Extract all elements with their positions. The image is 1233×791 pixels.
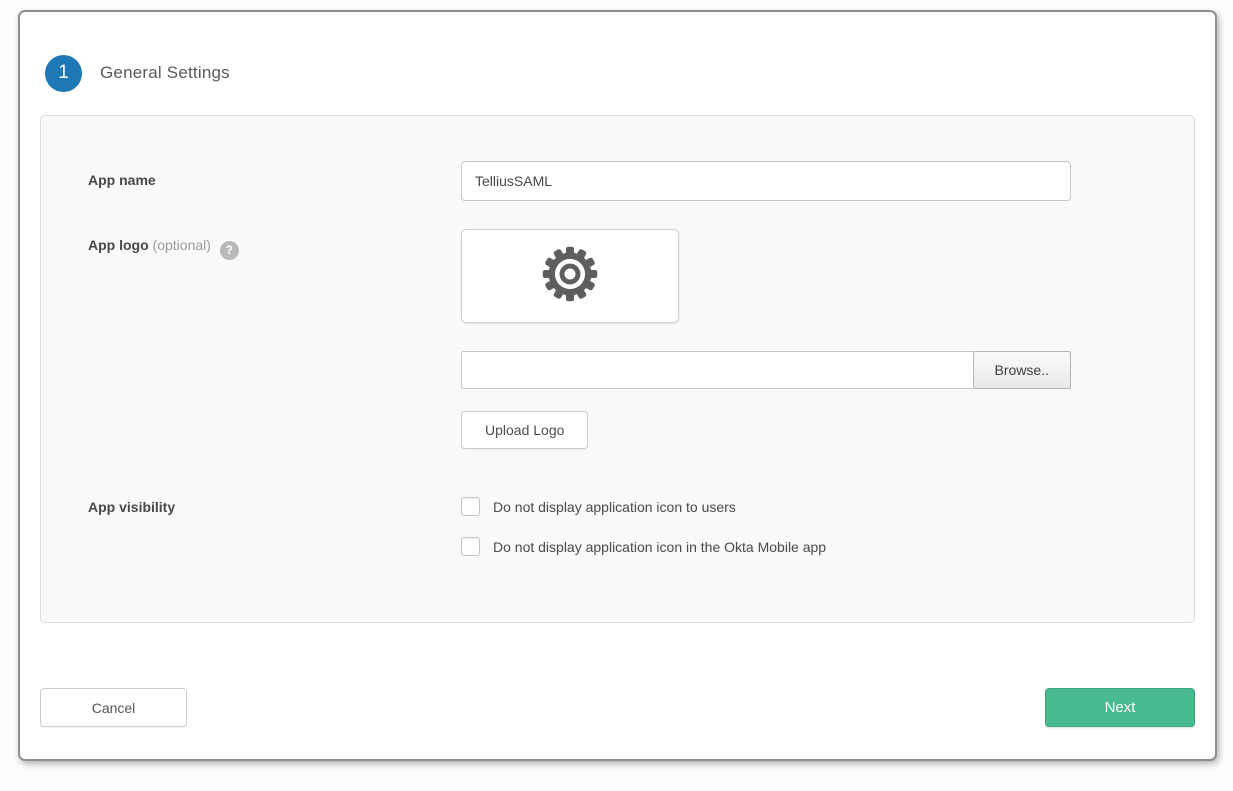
app-logo-optional-hint: (optional) <box>153 237 211 253</box>
general-settings-panel: App name App logo (optional) ? <box>40 115 1195 623</box>
gear-icon <box>541 245 599 308</box>
visibility-option-mobile: Do not display application icon in the O… <box>461 537 1149 556</box>
help-icon[interactable]: ? <box>220 241 239 260</box>
checkbox-label: Do not display application icon in the O… <box>493 539 826 555</box>
app-logo-label: App logo <box>88 237 149 253</box>
upload-logo-button[interactable]: Upload Logo <box>461 411 588 449</box>
app-visibility-label: App visibility <box>88 497 461 556</box>
wizard-footer: Cancel Next <box>40 688 1195 727</box>
app-name-input[interactable] <box>461 161 1071 201</box>
hide-icon-users-checkbox[interactable] <box>461 497 480 516</box>
step-number-badge: 1 <box>45 55 82 92</box>
cancel-button[interactable]: Cancel <box>40 688 187 727</box>
logo-preview-box <box>461 229 679 323</box>
app-name-label: App name <box>88 161 461 201</box>
app-name-row: App name <box>88 161 1149 201</box>
logo-file-input[interactable]: Browse.. <box>461 351 1071 389</box>
visibility-option-users: Do not display application icon to users <box>461 497 1149 516</box>
wizard-window: 1 General Settings App name App logo (op… <box>18 10 1217 761</box>
hide-icon-mobile-checkbox[interactable] <box>461 537 480 556</box>
app-visibility-row: App visibility Do not display applicatio… <box>88 497 1149 556</box>
next-button[interactable]: Next <box>1045 688 1195 727</box>
step-header: 1 General Settings <box>45 54 1215 92</box>
step-title: General Settings <box>100 63 230 83</box>
browse-button[interactable]: Browse.. <box>973 351 1071 389</box>
app-logo-row: App logo (optional) ? <box>88 229 1149 449</box>
checkbox-label: Do not display application icon to users <box>493 499 736 515</box>
